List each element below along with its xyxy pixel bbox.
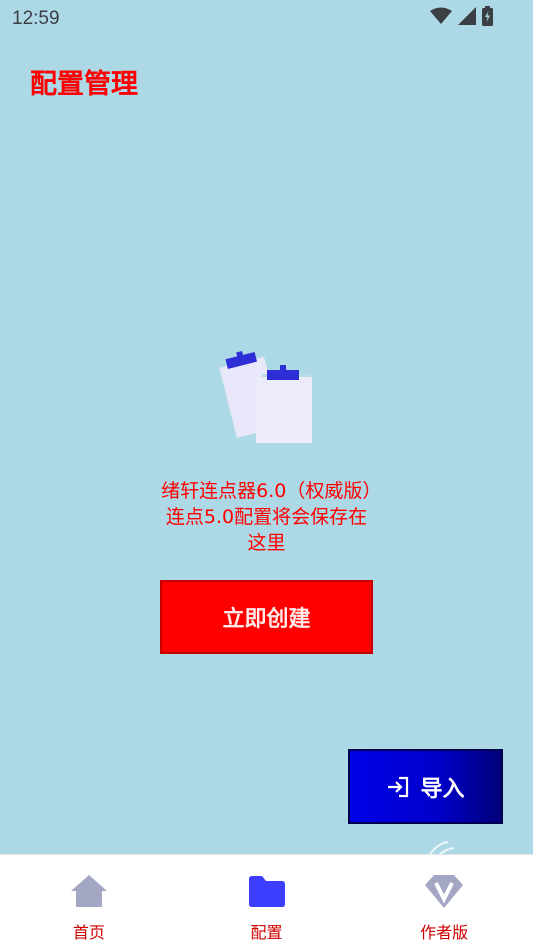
folder-icon xyxy=(248,876,285,907)
nav-item-author[interactable]: 作者版 xyxy=(355,855,533,947)
diamond-v-icon xyxy=(425,875,464,908)
status-icons xyxy=(430,6,493,26)
page-title: 配置管理 xyxy=(30,69,138,100)
nav-item-config[interactable]: 配置 xyxy=(178,855,356,947)
wifi-icon xyxy=(430,7,452,24)
battery-charging-icon xyxy=(482,6,493,26)
import-button[interactable]: 导入 xyxy=(348,749,503,824)
nav-item-home[interactable]: 首页 xyxy=(0,855,178,947)
home-icon xyxy=(70,875,107,907)
status-time: 12:59 xyxy=(12,8,60,29)
bottom-nav: 首页 配置 作者版 xyxy=(0,854,533,947)
nav-label-config: 配置 xyxy=(250,923,283,942)
signal-icon xyxy=(458,7,476,25)
status-bar: 12:59 xyxy=(0,0,533,36)
import-label: 导入 xyxy=(420,776,465,802)
login-arrow-icon xyxy=(388,776,409,797)
clipboard-icon xyxy=(219,351,312,443)
nav-label-author: 作者版 xyxy=(420,923,469,942)
nav-label-home: 首页 xyxy=(72,923,105,942)
create-now-button[interactable]: 立即创建 xyxy=(160,580,373,654)
empty-message: 绪轩连点器6.0（权威版）连点5.0配置将会保存在这里 xyxy=(161,480,372,554)
